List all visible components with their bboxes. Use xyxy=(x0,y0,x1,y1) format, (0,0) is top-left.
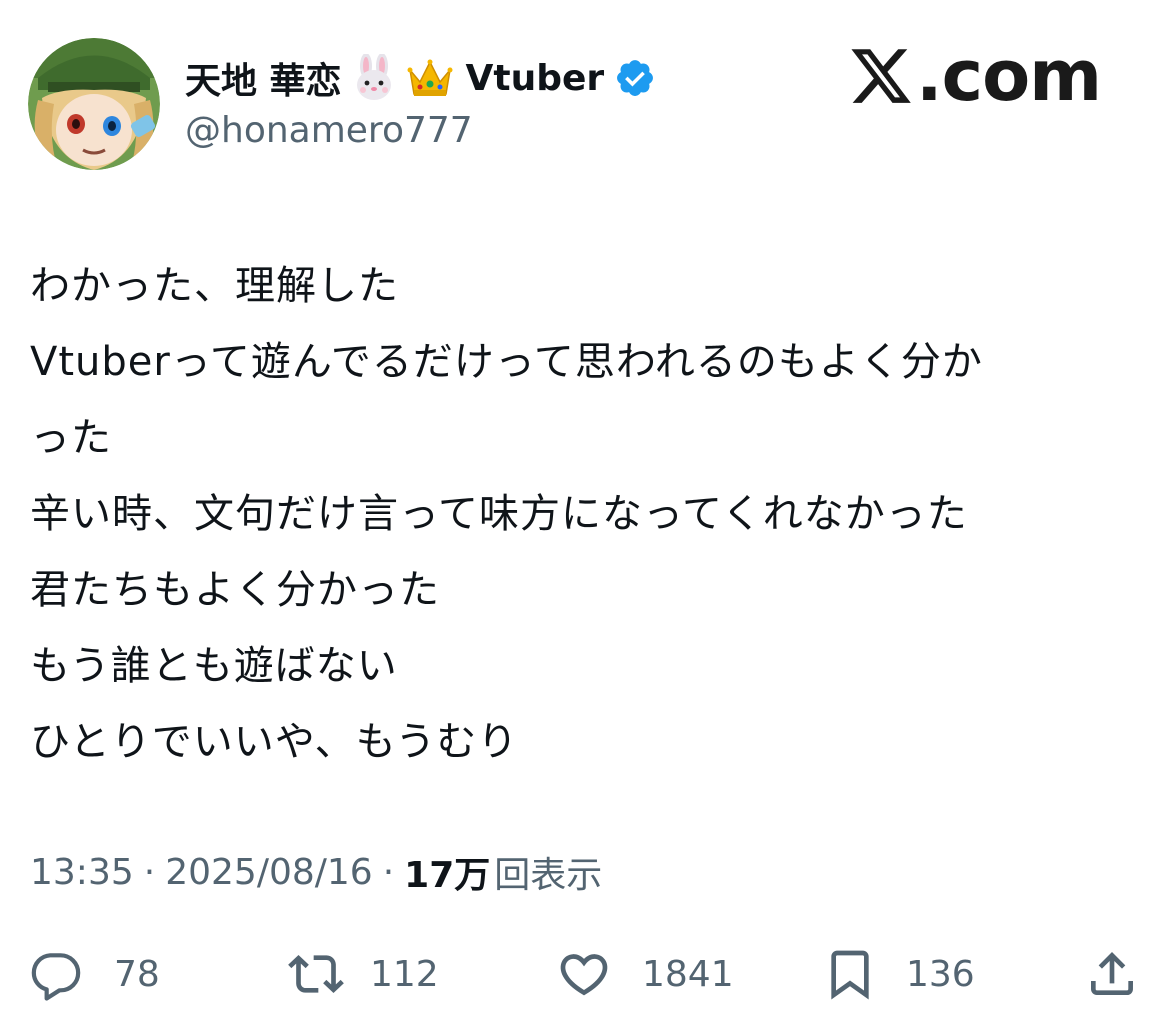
tweet-text: わかった、理解した Vtuberって遊んでるだけって思われるのもよく分か った … xyxy=(30,248,1150,780)
like-count: 1841 xyxy=(642,953,734,995)
author-handle[interactable]: @honamero777 xyxy=(185,110,473,151)
bookmark-icon xyxy=(831,950,869,1000)
meta-separator: · xyxy=(382,851,395,893)
verified-badge-icon[interactable] xyxy=(614,57,656,99)
author-name-suffix: Vtuber xyxy=(465,57,605,99)
reply-icon xyxy=(31,953,81,1001)
crown-icon xyxy=(407,59,453,96)
avatar[interactable] xyxy=(28,38,160,170)
tweet-time[interactable]: 13:35 xyxy=(30,852,134,893)
views-count: 17万 xyxy=(404,855,491,896)
repost-icon xyxy=(288,955,344,993)
reply-button[interactable]: 78 xyxy=(28,944,160,1004)
views-label: 回表示 xyxy=(494,855,603,896)
logo-text: .com xyxy=(916,35,1102,117)
bookmark-count: 136 xyxy=(906,953,975,995)
rabbit-face-icon xyxy=(356,54,391,100)
tweet-line: もう誰とも遊ばない xyxy=(30,643,398,689)
bookmark-button[interactable]: 136 xyxy=(822,944,975,1004)
tweet-date[interactable]: 2025/08/16 xyxy=(165,852,373,893)
author-display-name: 天地 華恋 xyxy=(185,61,342,102)
tweet-line: Vtuberって遊んでるだけって思われるのもよく分か xyxy=(30,339,983,385)
tweet-line: った xyxy=(30,415,112,461)
meta-separator: · xyxy=(143,851,156,893)
share-button[interactable] xyxy=(1084,944,1140,1004)
tweet-line: 辛い時、文句だけ言って味方になってくれなかった xyxy=(30,491,968,537)
tweet-line: ひとりでいいや、もうむり xyxy=(30,719,519,765)
heart-icon xyxy=(560,954,608,996)
avatar-image xyxy=(28,38,160,170)
like-button[interactable]: 1841 xyxy=(556,944,734,1004)
reply-count: 78 xyxy=(114,953,160,995)
repost-button[interactable]: 112 xyxy=(288,944,439,1004)
share-icon xyxy=(1091,952,1133,995)
repost-count: 112 xyxy=(370,953,439,995)
tweet-meta: 13:35 · 2025/08/16 · 17万 回表示 xyxy=(30,848,603,897)
tweet-line: 君たちもよく分かった xyxy=(30,567,440,613)
tweet-line: わかった、理解した xyxy=(30,263,399,309)
x-logo-icon xyxy=(851,49,911,103)
x-com-logo: .com xyxy=(848,35,1102,117)
author-name-row[interactable]: 天地 華恋 Vtuber xyxy=(185,52,656,104)
